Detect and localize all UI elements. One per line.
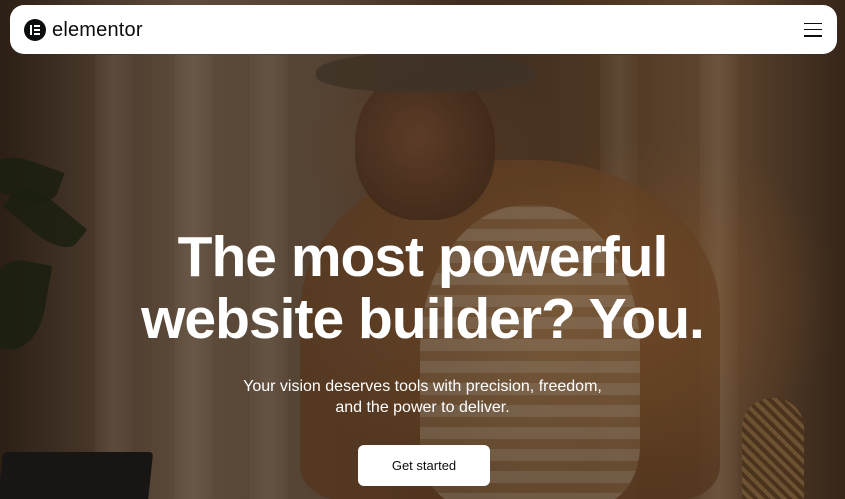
hamburger-menu-icon[interactable] [804,22,822,37]
brand-logo-link[interactable]: elementor [24,18,143,41]
hero-subheadline-line2: and the power to deliver. [335,399,510,416]
hero-subheadline: Your vision deserves tools with precisio… [0,376,845,418]
hero-subheadline-line1: Your vision deserves tools with precisio… [243,378,602,395]
brand-name: elementor [52,18,143,41]
top-navbar: elementor [10,5,837,54]
get-started-button[interactable]: Get started [358,445,490,486]
hero-headline-line2: website builder? You. [141,287,705,351]
hero-headline-line1: The most powerful [177,225,669,289]
elementor-logo-icon [24,18,46,41]
hero-headline: The most powerful website builder? You. [0,226,845,350]
